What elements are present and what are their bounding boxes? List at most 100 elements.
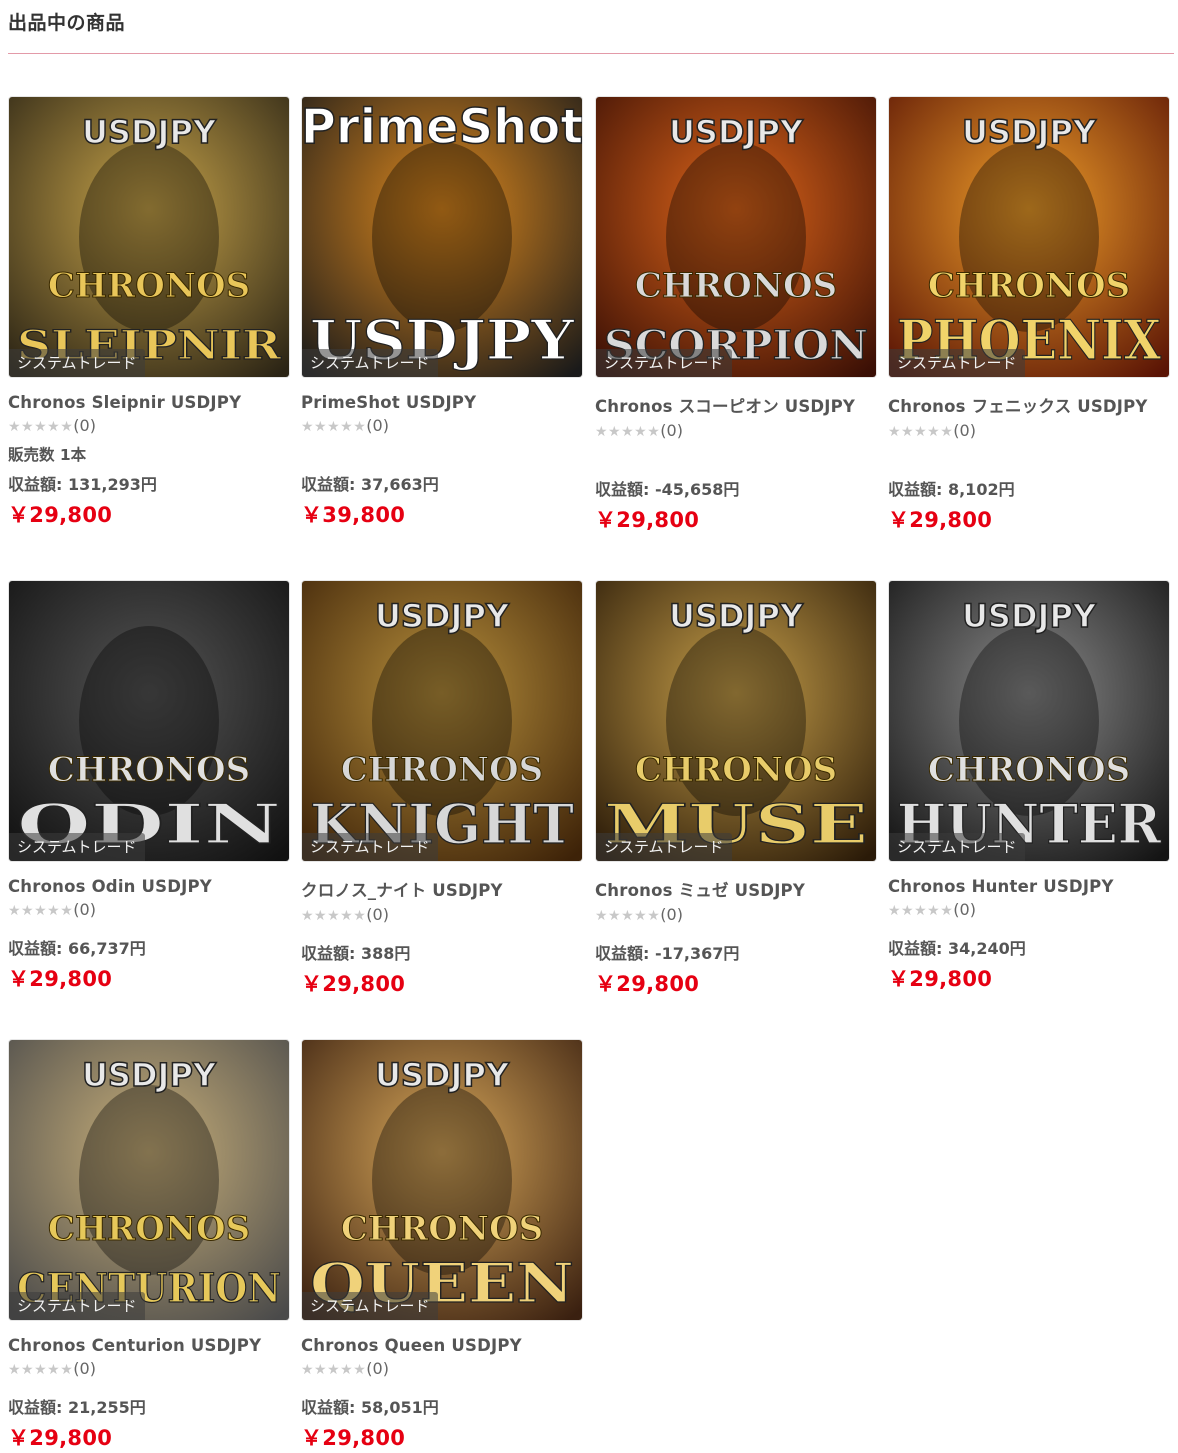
- category-tag: システムトレード: [9, 1292, 145, 1320]
- review-count: (0): [73, 416, 96, 435]
- profit-amount: 収益額: 58,051円: [301, 1398, 439, 1417]
- sales-spacer: [8, 922, 290, 929]
- price: ￥39,800: [301, 503, 406, 527]
- sales-spacer: [595, 927, 877, 934]
- sales-spacer: [301, 927, 583, 934]
- title-divider: [8, 53, 1174, 54]
- profit-amount: 収益額: 21,255円: [8, 1398, 146, 1417]
- price: ￥29,800: [301, 1426, 406, 1450]
- price: ￥29,800: [595, 508, 700, 532]
- product-card[interactable]: USDJPY CHRONOS KNIGHT システムトレードクロノス_ナイト USDJ…: [301, 580, 583, 998]
- sales-spacer: [8, 1381, 290, 1388]
- product-card[interactable]: USDJPY CHRONOS SLEIPNIR システムトレード Chronos Sle…: [8, 96, 290, 529]
- product-name-link[interactable]: Chronos Centurion USDJPY: [8, 1336, 290, 1355]
- product-card[interactable]: USDJPY CHRONOS SCORPION システムトレード Chronos スコー…: [595, 96, 877, 534]
- artwork-top-text: PrimeShot: [302, 99, 582, 155]
- product-thumbnail[interactable]: USDJPY CHRONOS PHOENIX システムトレード: [888, 96, 1170, 378]
- product-name-link[interactable]: PrimeShot USDJPY: [301, 393, 583, 412]
- product-thumbnail[interactable]: USDJPY CHRONOS SCORPION システムトレード: [595, 96, 877, 378]
- product-name-link[interactable]: クロノス_ナイト USDJPY: [301, 877, 583, 901]
- product-thumbnail[interactable]: USDJPY CHRONOS CENTURION システムトレード: [8, 1039, 290, 1321]
- artwork-top-text: USDJPY: [669, 597, 804, 635]
- category-tag: システムトレード: [9, 833, 145, 861]
- artwork-top-text: USDJPY: [962, 113, 1097, 151]
- profit-amount: 収益額: 8,102円: [888, 480, 1015, 499]
- product-name-link[interactable]: Chronos ミュゼ USDJPY: [595, 877, 877, 901]
- product-card[interactable]: CHRONOS ODIN システムトレード Chronos Odin USDJPY ★★…: [8, 580, 290, 993]
- product-name-link[interactable]: Chronos フェニックス USDJPY: [888, 393, 1170, 417]
- product-artwork: USDJPYCHRONOSSLEIPNIR: [9, 97, 289, 377]
- section-title: 出品中の商品: [8, 12, 126, 34]
- product-thumbnail[interactable]: USDJPY CHRONOS KNIGHT システムトレード: [301, 580, 583, 862]
- product-card[interactable]: PrimeShot USDJPY システムトレード PrimeShot USDJPY ★…: [301, 96, 583, 529]
- category-tag: システムトレード: [302, 1292, 438, 1320]
- product-card[interactable]: USDJPY CHRONOS QUEEN システムトレード Chronos Queen …: [301, 1039, 583, 1452]
- product-name-link[interactable]: Chronos Odin USDJPY: [8, 877, 290, 896]
- product-name-link[interactable]: Chronos Hunter USDJPY: [888, 877, 1170, 896]
- product-thumbnail[interactable]: USDJPY CHRONOS MUSE システムトレード: [595, 580, 877, 862]
- category-tag: システムトレード: [9, 349, 145, 377]
- review-count: (0): [366, 1359, 389, 1378]
- sales-spacer: [888, 448, 1170, 470]
- price: ￥29,800: [888, 967, 993, 991]
- rating: ★★★★★(0): [8, 416, 290, 438]
- artwork-mid-text: CHRONOS: [928, 750, 1130, 790]
- product-card[interactable]: USDJPY CHRONOS HUNTER システムトレード Chronos Hunte…: [888, 580, 1170, 993]
- product-thumbnail[interactable]: PrimeShot USDJPY システムトレード: [301, 96, 583, 378]
- product-thumbnail[interactable]: CHRONOS ODIN システムトレード: [8, 580, 290, 862]
- product-artwork: USDJPYCHRONOSHUNTER: [889, 581, 1169, 861]
- sales-count: 販売数 1本: [8, 446, 87, 464]
- review-count: (0): [366, 905, 389, 924]
- artwork-mid-text: CHRONOS: [635, 750, 837, 790]
- product-card[interactable]: USDJPY CHRONOS PHOENIX システムトレード Chronos フェニッ…: [888, 96, 1170, 534]
- artwork-mid-text: CHRONOS: [48, 750, 250, 790]
- star-rating-icon: ★★★★★: [8, 903, 74, 919]
- product-name-link[interactable]: Chronos Sleipnir USDJPY: [8, 393, 290, 412]
- artwork-top-text: USDJPY: [375, 1056, 510, 1094]
- profit-amount: 収益額: 388円: [301, 944, 411, 963]
- review-count: (0): [660, 421, 683, 440]
- profit-amount: 収益額: -17,367円: [595, 944, 740, 963]
- price: ￥29,800: [888, 508, 993, 532]
- profit-amount: 収益額: 34,240円: [888, 939, 1026, 958]
- rating: ★★★★★(0): [888, 900, 1170, 922]
- review-count: (0): [73, 1359, 96, 1378]
- product-card[interactable]: USDJPY CHRONOS CENTURION システムトレード Chronos Ce…: [8, 1039, 290, 1452]
- rating: ★★★★★(0): [8, 1359, 290, 1381]
- product-thumbnail[interactable]: USDJPY CHRONOS QUEEN システムトレード: [301, 1039, 583, 1321]
- star-rating-icon: ★★★★★: [595, 424, 661, 440]
- product-name-link[interactable]: Chronos Queen USDJPY: [301, 1336, 583, 1355]
- rating: ★★★★★(0): [888, 421, 1170, 443]
- category-tag: システムトレード: [302, 833, 438, 861]
- product-artwork: USDJPYCHRONOSSCORPION: [596, 97, 876, 377]
- product-name-link[interactable]: Chronos スコーピオン USDJPY: [595, 393, 877, 417]
- profit-amount: 収益額: 131,293円: [8, 475, 157, 494]
- artwork-mid-text: CHRONOS: [928, 266, 1130, 306]
- sales-spacer: [301, 1381, 583, 1388]
- price: ￥29,800: [8, 1426, 113, 1450]
- star-rating-icon: ★★★★★: [888, 424, 954, 440]
- review-count: (0): [953, 421, 976, 440]
- category-tag: システムトレード: [596, 833, 732, 861]
- product-artwork: USDJPYCHRONOSKNIGHT: [302, 581, 582, 861]
- artwork-mid-text: CHRONOS: [635, 266, 837, 306]
- product-thumbnail[interactable]: USDJPY CHRONOS SLEIPNIR システムトレード: [8, 96, 290, 378]
- profit-amount: 収益額: 37,663円: [301, 475, 439, 494]
- product-card[interactable]: USDJPY CHRONOS MUSE システムトレード Chronos ミュゼ USD…: [595, 580, 877, 998]
- rating: ★★★★★(0): [301, 905, 583, 927]
- artwork-top-text: USDJPY: [82, 113, 217, 151]
- profit-amount: 収益額: 66,737円: [8, 939, 146, 958]
- category-tag: システムトレード: [889, 349, 1025, 377]
- price: ￥29,800: [595, 972, 700, 996]
- sales-spacer: [301, 443, 583, 465]
- price: ￥29,800: [8, 967, 113, 991]
- rating: ★★★★★(0): [595, 905, 877, 927]
- review-count: (0): [366, 416, 389, 435]
- artwork-mid-text: CHRONOS: [341, 750, 543, 790]
- star-rating-icon: ★★★★★: [8, 419, 74, 435]
- product-artwork: USDJPYCHRONOSMUSE: [596, 581, 876, 861]
- category-tag: システムトレード: [889, 833, 1025, 861]
- artwork-mid-text: CHRONOS: [48, 1209, 250, 1249]
- product-thumbnail[interactable]: USDJPY CHRONOS HUNTER システムトレード: [888, 580, 1170, 862]
- artwork-mid-text: CHRONOS: [341, 1209, 543, 1249]
